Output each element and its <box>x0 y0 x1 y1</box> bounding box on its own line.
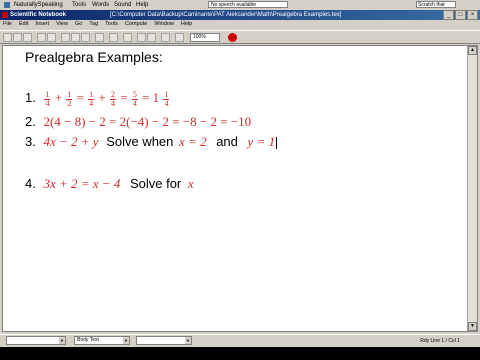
denominator: 2 <box>67 98 72 108</box>
chevron-down-icon[interactable]: ▼ <box>59 337 65 344</box>
speech-command-box[interactable]: Scratch that <box>416 1 456 8</box>
expression-3: 4x − 2 + y <box>43 134 99 149</box>
expression-2: 2(4 − 8) − 2 = 2(−4) − 2 = −8 − 2 = −10 <box>43 114 252 129</box>
undo-icon[interactable] <box>95 33 104 42</box>
fraction: 14 <box>163 90 170 108</box>
example-3: 3. 4x − 2 + y Solve when x = 2 and y = 1 <box>25 134 278 150</box>
variable-x: x <box>187 176 194 191</box>
text-cursor <box>276 136 278 149</box>
menu-edit[interactable]: Edit <box>19 20 28 29</box>
fraction: 54 <box>131 90 138 108</box>
find-icon[interactable] <box>123 33 132 42</box>
instruction-3: Solve when <box>106 134 174 149</box>
math-operator: + <box>51 90 66 105</box>
new-file-icon[interactable] <box>3 33 12 42</box>
spell-check-icon[interactable] <box>109 33 118 42</box>
denominator: 4 <box>164 98 169 108</box>
page-title: Prealgebra Examples: <box>25 49 163 65</box>
speech-menu-tools[interactable]: Tools <box>72 0 86 10</box>
fraction: 24 <box>110 90 116 108</box>
speech-menu-words[interactable]: Words <box>92 0 109 10</box>
stop-icon[interactable] <box>228 33 237 42</box>
item-number: 4. <box>25 176 36 191</box>
history-icon[interactable] <box>161 33 170 42</box>
zoom-select[interactable]: 100% <box>190 33 220 42</box>
menu-window[interactable]: Window <box>154 20 174 29</box>
example-1: 1. 14 + 12 = 14 + 24 = 54 = 1 14 <box>25 90 170 108</box>
denominator: 4 <box>89 98 94 108</box>
expression-1: 14 + 12 = 14 + 24 = 54 = 1 14 <box>43 90 170 108</box>
paste-icon[interactable] <box>81 33 90 42</box>
math-operator: = 1 <box>138 90 163 105</box>
denominator: 4 <box>111 98 115 108</box>
body-text-label: Body Text <box>77 337 99 343</box>
menu-go[interactable]: Go <box>75 20 82 29</box>
back-icon[interactable] <box>137 33 146 42</box>
title-bar: Scientific Notebook [C:\Computer Data\Ba… <box>0 10 480 20</box>
tag-select-body[interactable]: Body Text ▼ <box>74 336 130 345</box>
print-icon[interactable] <box>37 33 46 42</box>
fraction: 14 <box>88 90 95 108</box>
minimize-icon[interactable]: _ <box>443 10 454 20</box>
chevron-down-icon[interactable]: ▼ <box>123 337 129 344</box>
scroll-down-icon[interactable]: ▼ <box>468 322 477 331</box>
scroll-up-icon[interactable]: ▲ <box>468 46 477 55</box>
tag-select-3[interactable]: ▼ <box>136 336 192 345</box>
denominator: 4 <box>45 98 50 108</box>
open-folder-icon[interactable] <box>13 33 22 42</box>
expression-4: 3x + 2 = x − 4 <box>43 176 121 191</box>
document-content[interactable]: Prealgebra Examples: 1. 14 + 12 = 14 + 2… <box>25 46 465 331</box>
math-operator: = <box>117 90 131 105</box>
toolbar: 100% <box>0 30 480 44</box>
condition-y: y = 1 <box>247 134 276 149</box>
math-operator: + <box>95 90 109 105</box>
document-title: [C:\Computer Data\Backup\Caminante\PAT A… <box>110 12 342 18</box>
menu-compute[interactable]: Compute <box>125 20 147 29</box>
conjunction: and <box>216 134 238 149</box>
example-4: 4. 3x + 2 = x − 4 Solve for x <box>25 176 194 192</box>
close-icon[interactable]: × <box>467 10 478 20</box>
copy-icon[interactable] <box>71 33 80 42</box>
denominator: 4 <box>132 98 137 108</box>
speech-menu-help[interactable]: Help <box>136 0 148 10</box>
menu-help[interactable]: Help <box>181 20 192 29</box>
help-icon[interactable] <box>175 33 184 42</box>
fraction: 14 <box>44 90 51 108</box>
condition-x: x = 2 <box>179 134 207 149</box>
instruction-4: Solve for <box>129 176 182 191</box>
cut-icon[interactable] <box>61 33 70 42</box>
math-operator: = <box>73 90 88 105</box>
chevron-down-icon[interactable]: ▼ <box>185 337 191 344</box>
letterbox-bottom <box>0 347 480 360</box>
status-text: Rdy Line 1 / Col 1 <box>420 338 460 344</box>
app-window: NaturallySpeaking Tools Words Sound Help… <box>0 0 480 360</box>
save-icon[interactable] <box>23 33 32 42</box>
speech-menu-naturallyspeaking[interactable]: NaturallySpeaking <box>14 0 63 10</box>
document-area[interactable]: Prealgebra Examples: 1. 14 + 12 = 14 + 2… <box>2 45 478 332</box>
menu-file[interactable]: File <box>3 20 12 29</box>
status-bar: ▼ Body Text ▼ ▼ Rdy Line 1 / Col 1 <box>0 334 480 347</box>
app-icon <box>2 12 8 18</box>
maximize-icon[interactable]: □ <box>455 10 466 20</box>
speech-status-box: No speech available <box>208 1 288 8</box>
menu-bar: File Edit Insert View Go Tag Tools Compu… <box>0 20 480 29</box>
window-controls: _ □ × <box>443 10 478 20</box>
print-preview-icon[interactable] <box>47 33 56 42</box>
menu-tools[interactable]: Tools <box>105 20 118 29</box>
item-number: 3. <box>25 134 36 149</box>
menu-view[interactable]: View <box>56 20 68 29</box>
fraction: 12 <box>66 90 73 108</box>
item-number: 1. <box>25 90 36 105</box>
tag-select-1[interactable]: ▼ <box>6 336 66 345</box>
example-2: 2. 2(4 − 8) − 2 = 2(−4) − 2 = −8 − 2 = −… <box>25 114 251 130</box>
speech-icon[interactable] <box>4 2 10 8</box>
menu-tag[interactable]: Tag <box>89 20 98 29</box>
item-number: 2. <box>25 114 36 129</box>
menu-insert[interactable]: Insert <box>35 20 49 29</box>
app-title: Scientific Notebook <box>10 12 67 18</box>
forward-icon[interactable] <box>147 33 156 42</box>
speech-menu-sound[interactable]: Sound <box>114 0 131 10</box>
vertical-scrollbar[interactable]: ▲ ▼ <box>467 46 477 331</box>
